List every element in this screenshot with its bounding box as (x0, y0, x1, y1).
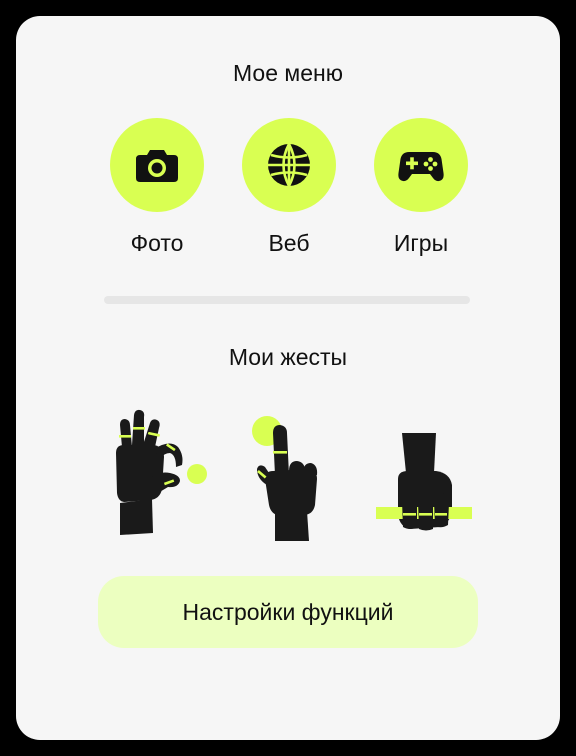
camera-icon (136, 150, 178, 182)
tap-gesture-icon (252, 416, 318, 541)
globe-icon (268, 143, 310, 187)
gesture-pinch[interactable] (108, 401, 208, 541)
gestures-title: Мои жесты (228, 344, 348, 370)
pinch-gesture-icon (116, 409, 207, 535)
photo-button[interactable] (110, 118, 204, 212)
menu-item-web[interactable]: Веб (242, 118, 336, 268)
section-divider (104, 296, 470, 304)
games-button[interactable] (374, 118, 468, 212)
menu-title: Мое меню (233, 60, 343, 86)
menu-label-web: Веб (268, 230, 310, 256)
menu-item-photo[interactable]: Фото (110, 118, 204, 268)
gesture-grab[interactable] (374, 401, 474, 541)
gesture-tap[interactable] (245, 401, 345, 541)
gamepad-icon (398, 152, 444, 182)
feature-settings-button[interactable]: Настройки функций (98, 576, 478, 648)
menu-label-games: Игры (393, 230, 449, 256)
menu-card: Мое меню Фото Веб Игры Мои жесты Настрой… (16, 16, 560, 740)
grab-gesture-icon (376, 433, 472, 531)
web-button[interactable] (242, 118, 336, 212)
menu-item-games[interactable]: Игры (374, 118, 468, 268)
menu-label-photo: Фото (130, 230, 184, 256)
